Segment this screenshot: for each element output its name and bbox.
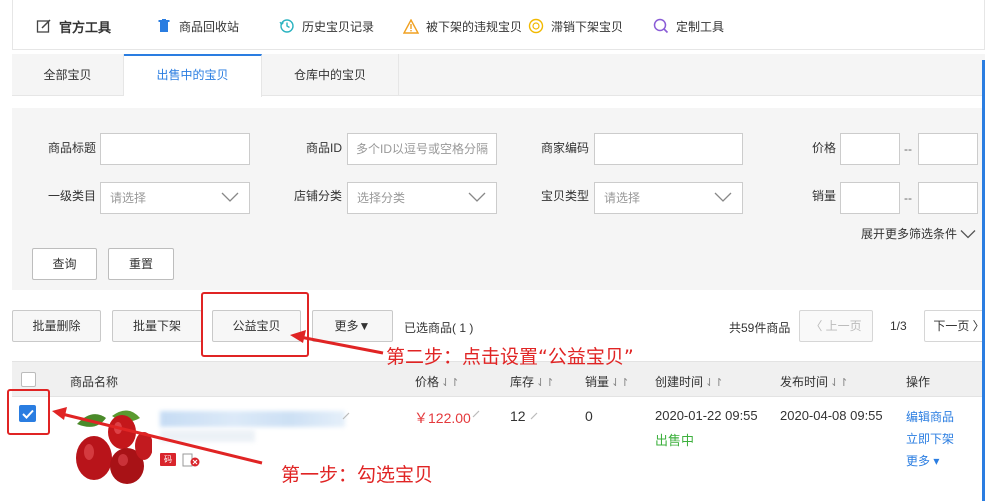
toolbar-custom-tools[interactable]: 定制工具 xyxy=(652,17,724,35)
category-label: 一级类目 xyxy=(47,189,96,203)
row-published-time: 2020-04-08 09:55 xyxy=(780,408,883,423)
top-toolbar: 官方工具 商品回收站 历史宝贝记录 被下架的违规宝贝 滞销下架宝贝 定制工具 xyxy=(12,0,985,50)
col-actions: 操作 xyxy=(906,375,931,389)
col-created[interactable]: 创建时间 ⇃↾ xyxy=(655,373,723,390)
edit-item-link[interactable]: 编辑商品 xyxy=(906,408,954,425)
category-select[interactable]: 请选择 xyxy=(100,182,250,214)
col-sales[interactable]: 销量 ⇃↾ xyxy=(585,373,629,390)
edit-icon xyxy=(35,17,53,35)
code-label: 商家编码 xyxy=(540,141,589,155)
sort-icon: ⇃↾ xyxy=(536,377,555,389)
shop-category-select[interactable]: 选择分类 xyxy=(347,182,497,214)
product-thumbnail[interactable] xyxy=(72,402,152,486)
sales-range-separator: -- xyxy=(904,191,912,205)
toolbar-violation-items[interactable]: 被下架的违规宝贝 xyxy=(402,17,522,35)
row-stock: 12 xyxy=(510,408,526,424)
shop-category-label: 店铺分类 xyxy=(293,189,342,203)
sort-icon: ⇃↾ xyxy=(611,377,630,389)
toolbar-history-records[interactable]: 历史宝贝记录 xyxy=(278,17,374,35)
edit-pencil-icon[interactable] xyxy=(472,410,480,418)
title-input[interactable] xyxy=(100,133,250,165)
toolbar-slow-sellers[interactable]: 滞销下架宝贝 xyxy=(527,17,623,35)
item-status-tabs: 全部宝贝 出售中的宝贝 仓库中的宝贝 xyxy=(12,54,985,97)
sort-icon: ⇃↾ xyxy=(830,377,849,389)
chevron-down-icon xyxy=(960,229,976,238)
selected-count: 已选商品( 1 ) xyxy=(404,321,474,335)
batch-delete-button[interactable]: 批量删除 xyxy=(12,310,101,342)
sales-min-input[interactable] xyxy=(840,182,900,214)
reset-button[interactable]: 重置 xyxy=(108,248,174,280)
annotation-box-checkbox xyxy=(7,389,50,435)
row-created-time: 2020-01-22 09:55 xyxy=(655,408,758,423)
annotation-box-charity xyxy=(201,292,309,357)
id-input[interactable]: 多个ID以逗号或空格分隔 xyxy=(347,133,497,165)
title-label: 商品标题 xyxy=(47,141,96,155)
offshelf-now-link[interactable]: 立即下架 xyxy=(906,430,954,447)
chevron-down-icon xyxy=(221,192,239,202)
item-type-label: 宝贝类型 xyxy=(540,189,589,203)
row-sales: 0 xyxy=(585,408,593,424)
edit-pencil-icon[interactable] xyxy=(530,412,538,420)
col-price[interactable]: 价格 ⇃↾ xyxy=(415,373,459,390)
expand-filters-link[interactable]: 展开更多筛选条件 xyxy=(861,225,976,242)
product-subtitle-redacted xyxy=(160,430,255,442)
sort-icon: ⇃↾ xyxy=(705,377,724,389)
total-count: 共59件商品 xyxy=(729,321,791,335)
select-all-checkbox[interactable] xyxy=(21,372,36,387)
edit-pencil-icon[interactable] xyxy=(342,412,350,420)
price-range-separator: -- xyxy=(904,142,912,156)
row-status: 出售中 xyxy=(655,433,695,448)
history-icon xyxy=(278,17,296,35)
price-label: 价格 xyxy=(811,141,836,155)
merchant-code-input[interactable] xyxy=(594,133,743,165)
item-type-select[interactable]: 请选择 xyxy=(594,182,743,214)
id-label: 商品ID xyxy=(305,141,342,155)
sort-icon: ⇃↾ xyxy=(441,377,460,389)
product-title-redacted[interactable] xyxy=(160,411,345,427)
filter-panel: 商品标题 商品ID 多个ID以逗号或空格分隔 商家编码 价格 -- 一级类目 请… xyxy=(12,108,985,290)
chevron-down-icon xyxy=(468,192,486,202)
batch-offshelf-button[interactable]: 批量下架 xyxy=(112,310,202,342)
chevron-down-icon xyxy=(714,192,732,202)
more-actions-button[interactable]: 更多▼ xyxy=(312,310,393,342)
annotation-step2: 第二步：点击设置“公益宝贝” xyxy=(386,346,634,368)
price-min-input[interactable] xyxy=(840,133,900,165)
phone-tag-icon xyxy=(182,453,200,467)
col-published[interactable]: 发布时间 ⇃↾ xyxy=(780,373,848,390)
page-indicator: 1/3 xyxy=(890,319,907,333)
row-price: ￥122.00 xyxy=(414,410,471,426)
toolbar-recycle-bin[interactable]: 商品回收站 xyxy=(155,17,239,35)
price-max-input[interactable] xyxy=(918,133,978,165)
trash-icon xyxy=(155,17,173,35)
search-icon xyxy=(652,17,670,35)
next-page-button[interactable]: 下一页 〉 xyxy=(924,310,985,342)
tab-all-items[interactable]: 全部宝贝 xyxy=(12,54,124,96)
sales-label: 销量 xyxy=(811,189,836,203)
toolbar-official-tools[interactable]: 官方工具 xyxy=(35,17,111,35)
search-button[interactable]: 查询 xyxy=(32,248,97,280)
annotation-step1: 第一步：勾选宝贝 xyxy=(281,464,434,486)
more-row-actions-link[interactable]: 更多 ▾ xyxy=(906,452,939,469)
tab-on-sale[interactable]: 出售中的宝贝 xyxy=(124,54,262,97)
sales-max-input[interactable] xyxy=(918,182,978,214)
prev-page-button[interactable]: 〈 上一页 xyxy=(799,310,873,342)
col-name: 商品名称 xyxy=(70,375,119,389)
tab-in-warehouse[interactable]: 仓库中的宝贝 xyxy=(262,54,399,96)
col-stock[interactable]: 库存 ⇃↾ xyxy=(510,373,554,390)
clock-icon xyxy=(527,17,545,35)
barcode-tag: 码 xyxy=(160,453,176,466)
warning-icon xyxy=(402,17,420,35)
